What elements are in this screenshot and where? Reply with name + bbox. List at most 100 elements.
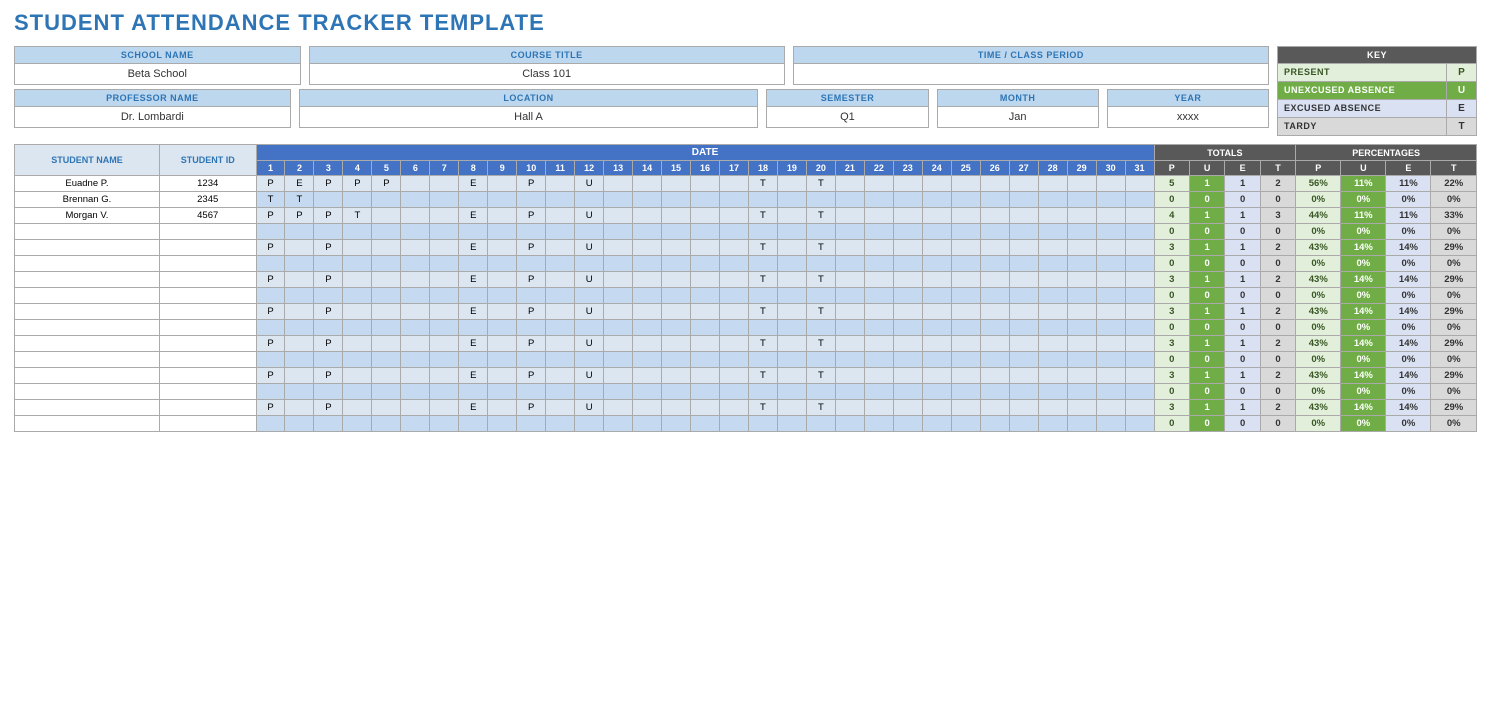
date-cell-5-16[interactable]: [720, 256, 749, 272]
date-cell-1-22[interactable]: [893, 192, 922, 208]
date-cell-9-15[interactable]: [691, 320, 720, 336]
date-cell-1-20[interactable]: [835, 192, 864, 208]
date-cell-2-16[interactable]: [720, 208, 749, 224]
date-cell-4-13[interactable]: [633, 240, 662, 256]
date-cell-11-8[interactable]: [488, 352, 517, 368]
date-cell-13-30[interactable]: [1125, 384, 1154, 400]
date-cell-6-19[interactable]: T: [806, 272, 835, 288]
date-cell-14-13[interactable]: [633, 400, 662, 416]
date-cell-12-4[interactable]: [372, 368, 401, 384]
date-cell-2-25[interactable]: [980, 208, 1009, 224]
date-cell-1-0[interactable]: T: [256, 192, 285, 208]
date-cell-12-26[interactable]: [1009, 368, 1038, 384]
date-cell-3-30[interactable]: [1125, 224, 1154, 240]
date-cell-7-8[interactable]: [488, 288, 517, 304]
date-cell-7-1[interactable]: [285, 288, 314, 304]
date-cell-15-15[interactable]: [691, 416, 720, 432]
date-cell-11-23[interactable]: [922, 352, 951, 368]
date-cell-5-25[interactable]: [980, 256, 1009, 272]
date-cell-8-27[interactable]: [1038, 304, 1067, 320]
date-cell-1-18[interactable]: [777, 192, 806, 208]
date-cell-15-12[interactable]: [604, 416, 633, 432]
date-cell-14-6[interactable]: [430, 400, 459, 416]
date-cell-2-2[interactable]: P: [314, 208, 343, 224]
date-cell-0-14[interactable]: [662, 176, 691, 192]
date-cell-12-12[interactable]: [604, 368, 633, 384]
date-cell-2-0[interactable]: P: [256, 208, 285, 224]
date-cell-11-10[interactable]: [546, 352, 575, 368]
date-cell-11-5[interactable]: [401, 352, 430, 368]
date-cell-14-5[interactable]: [401, 400, 430, 416]
date-cell-12-20[interactable]: [835, 368, 864, 384]
date-cell-2-28[interactable]: [1067, 208, 1096, 224]
year-value[interactable]: xxxx: [1108, 107, 1268, 127]
date-cell-15-5[interactable]: [401, 416, 430, 432]
date-cell-15-20[interactable]: [835, 416, 864, 432]
date-cell-5-13[interactable]: [633, 256, 662, 272]
date-cell-0-30[interactable]: [1125, 176, 1154, 192]
student-id-12[interactable]: [159, 368, 256, 384]
date-cell-0-3[interactable]: P: [343, 176, 372, 192]
date-cell-2-13[interactable]: [633, 208, 662, 224]
date-cell-2-27[interactable]: [1038, 208, 1067, 224]
date-cell-13-10[interactable]: [546, 384, 575, 400]
date-cell-9-20[interactable]: [835, 320, 864, 336]
date-cell-14-17[interactable]: T: [748, 400, 777, 416]
date-cell-6-11[interactable]: U: [575, 272, 604, 288]
date-cell-3-0[interactable]: [256, 224, 285, 240]
date-cell-0-25[interactable]: [980, 176, 1009, 192]
date-cell-15-0[interactable]: [256, 416, 285, 432]
date-cell-14-22[interactable]: [893, 400, 922, 416]
date-cell-8-26[interactable]: [1009, 304, 1038, 320]
date-cell-8-2[interactable]: P: [314, 304, 343, 320]
date-cell-0-4[interactable]: P: [372, 176, 401, 192]
date-cell-7-22[interactable]: [893, 288, 922, 304]
date-cell-2-30[interactable]: [1125, 208, 1154, 224]
date-cell-2-12[interactable]: [604, 208, 633, 224]
date-cell-12-17[interactable]: T: [748, 368, 777, 384]
date-cell-8-17[interactable]: T: [748, 304, 777, 320]
date-cell-5-24[interactable]: [951, 256, 980, 272]
date-cell-1-4[interactable]: [372, 192, 401, 208]
date-cell-5-11[interactable]: [575, 256, 604, 272]
student-name-0[interactable]: Euadne P.: [15, 176, 160, 192]
date-cell-9-28[interactable]: [1067, 320, 1096, 336]
date-cell-9-9[interactable]: [517, 320, 546, 336]
date-cell-14-8[interactable]: [488, 400, 517, 416]
date-cell-2-10[interactable]: [546, 208, 575, 224]
date-cell-7-0[interactable]: [256, 288, 285, 304]
date-cell-11-22[interactable]: [893, 352, 922, 368]
date-cell-11-11[interactable]: [575, 352, 604, 368]
date-cell-9-8[interactable]: [488, 320, 517, 336]
date-cell-10-6[interactable]: [430, 336, 459, 352]
date-cell-5-5[interactable]: [401, 256, 430, 272]
date-cell-10-4[interactable]: [372, 336, 401, 352]
date-cell-6-18[interactable]: [777, 272, 806, 288]
date-cell-4-21[interactable]: [864, 240, 893, 256]
date-cell-6-26[interactable]: [1009, 272, 1038, 288]
date-cell-10-8[interactable]: [488, 336, 517, 352]
student-name-3[interactable]: [15, 224, 160, 240]
date-cell-1-7[interactable]: [459, 192, 488, 208]
date-cell-12-16[interactable]: [720, 368, 749, 384]
date-cell-6-14[interactable]: [662, 272, 691, 288]
date-cell-3-26[interactable]: [1009, 224, 1038, 240]
date-cell-14-27[interactable]: [1038, 400, 1067, 416]
date-cell-6-0[interactable]: P: [256, 272, 285, 288]
semester-value[interactable]: Q1: [767, 107, 927, 127]
date-cell-2-4[interactable]: [372, 208, 401, 224]
date-cell-6-23[interactable]: [922, 272, 951, 288]
date-cell-10-21[interactable]: [864, 336, 893, 352]
date-cell-12-0[interactable]: P: [256, 368, 285, 384]
student-id-15[interactable]: [159, 416, 256, 432]
date-cell-0-1[interactable]: E: [285, 176, 314, 192]
date-cell-5-10[interactable]: [546, 256, 575, 272]
date-cell-4-28[interactable]: [1067, 240, 1096, 256]
date-cell-15-13[interactable]: [633, 416, 662, 432]
date-cell-4-5[interactable]: [401, 240, 430, 256]
date-cell-13-1[interactable]: [285, 384, 314, 400]
date-cell-15-9[interactable]: [517, 416, 546, 432]
date-cell-4-17[interactable]: T: [748, 240, 777, 256]
date-cell-10-0[interactable]: P: [256, 336, 285, 352]
date-cell-8-3[interactable]: [343, 304, 372, 320]
